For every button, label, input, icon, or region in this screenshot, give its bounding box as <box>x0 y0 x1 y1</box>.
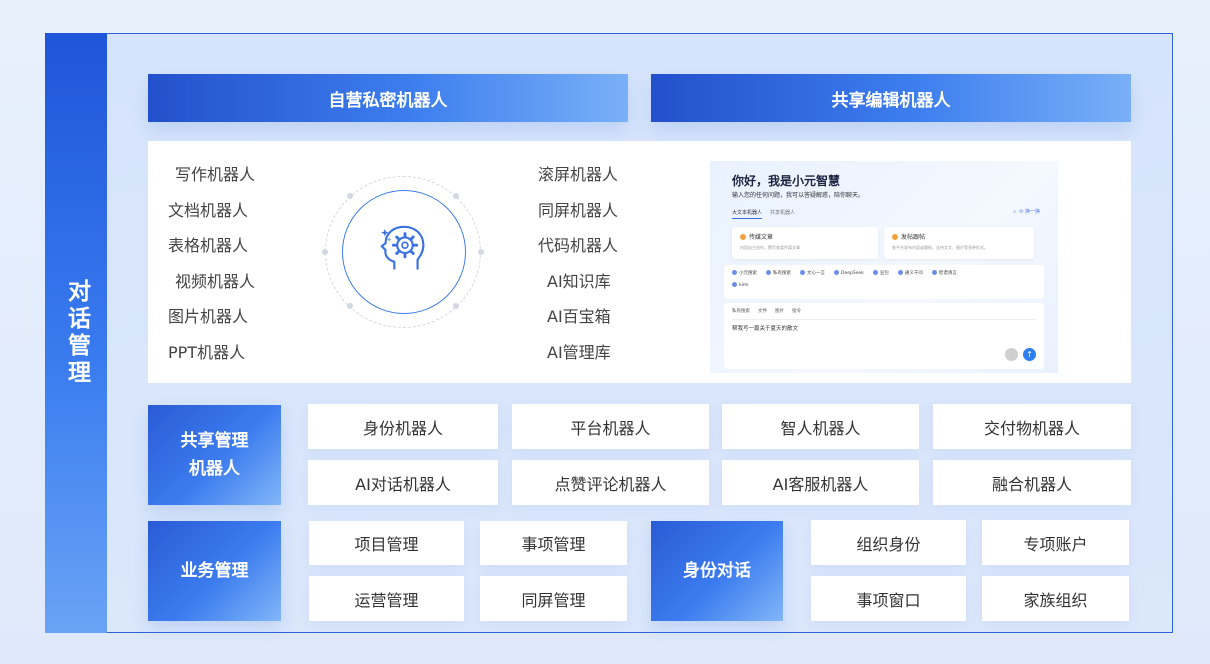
left-bot-list: 写作机器人 文档机器人 表格机器人 视频机器人 图片机器人 PPT机器人 <box>168 157 255 370</box>
business-item[interactable]: 运营管理 <box>309 576 464 621</box>
tab-text-bot[interactable]: 大文本机器人 <box>732 209 763 219</box>
suggest-card[interactable]: 发帖跟帖 各平台发布内容或跟帖，支持文字、图片等多种形式。 <box>884 227 1034 259</box>
shared-item[interactable]: 点赞评论机器人 <box>512 460 709 505</box>
shared-mgmt-label: 共享管理 机器人 <box>148 405 281 505</box>
bot-item[interactable]: PPT机器人 <box>168 335 255 371</box>
input-option[interactable]: 图片 <box>775 308 784 314</box>
model-option[interactable]: 小元搜索 <box>732 270 757 276</box>
ring-dot <box>453 303 459 309</box>
identity-item[interactable]: 事项窗口 <box>811 576 966 621</box>
header-shared-bots: 共享编辑机器人 <box>651 74 1131 122</box>
identity-item[interactable]: 组织身份 <box>811 520 966 565</box>
identity-item[interactable]: 专项账户 <box>982 520 1129 565</box>
chat-greeting: 你好，我是小元智慧 <box>732 174 841 188</box>
business-item[interactable]: 项目管理 <box>309 521 464 565</box>
bot-item[interactable]: 表格机器人 <box>168 228 255 264</box>
header-private-bots: 自营私密机器人 <box>148 74 628 122</box>
header-shared-label: 共享编辑机器人 <box>831 90 951 111</box>
model-option[interactable]: 文心一言 <box>800 270 825 276</box>
bot-item[interactable]: 写作机器人 <box>168 157 255 193</box>
bot-item[interactable]: AI知识库 <box>538 264 618 300</box>
ai-head-gear-icon <box>380 225 425 270</box>
chat-input-text[interactable]: 帮我写一篇关于夏天的散文 <box>732 324 1036 332</box>
bot-item[interactable]: 图片机器人 <box>168 299 255 335</box>
card-desc: 各平台发布内容或跟帖，支持文字、图片等多种形式。 <box>892 245 988 250</box>
ring-dot <box>347 193 353 199</box>
input-option[interactable]: 指令 <box>792 308 801 314</box>
model-selector: 小元搜索 私有搜索 文心一言 DeepSeek 豆包 通义千问 智谱清言 kim… <box>724 265 1044 299</box>
refresh-link[interactable]: ⌕ ⟳ 换一换 <box>1013 208 1040 215</box>
side-title: 对话管理 <box>63 279 90 387</box>
chat-tabs: 大文本机器人 共享机器人 <box>732 209 795 219</box>
shared-item[interactable]: 身份机器人 <box>308 404 498 449</box>
ring-dot <box>478 249 484 255</box>
ring-dot <box>347 303 353 309</box>
media-icon <box>740 233 746 240</box>
chat-mockup: 你好，我是小元智慧 输入您的任何问题，我可以答疑解惑，陪你聊天。 大文本机器人 … <box>710 161 1058 373</box>
ring-dot <box>453 193 459 199</box>
business-item[interactable]: 事项管理 <box>480 521 627 565</box>
shared-item[interactable]: 智人机器人 <box>722 404 919 449</box>
business-mgmt-label: 业务管理 <box>148 521 281 621</box>
ring-dot <box>322 249 328 255</box>
model-option[interactable]: kimi <box>732 282 749 288</box>
model-option[interactable]: 私有搜索 <box>766 270 791 276</box>
shared-item[interactable]: 平台机器人 <box>512 404 709 449</box>
side-title-bar: 对话管理 <box>45 33 107 633</box>
identity-dialog-label: 身份对话 <box>651 521 783 621</box>
suggest-card[interactable]: 传媒文章 内容自主创作，撰写各类传媒文章 <box>732 227 878 259</box>
bot-item[interactable]: 文档机器人 <box>168 193 255 229</box>
shared-item[interactable]: AI对话机器人 <box>308 460 498 505</box>
chat-input-box[interactable]: 私有搜索 文件 图片 指令 帮我写一篇关于夏天的散文 ↑ <box>724 303 1044 369</box>
business-item[interactable]: 同屏管理 <box>480 576 627 621</box>
bot-item[interactable]: 同屏机器人 <box>538 193 618 229</box>
model-option[interactable]: 通义千问 <box>898 270 923 276</box>
input-option[interactable]: 文件 <box>758 308 767 314</box>
right-bot-list: 滚屏机器人 同屏机器人 代码机器人 AI知识库 AI百宝箱 AI管理库 <box>538 157 618 370</box>
card-desc: 内容自主创作，撰写各类传媒文章 <box>740 245 800 250</box>
model-option[interactable]: DeepSeek <box>834 270 864 276</box>
bot-item[interactable]: AI百宝箱 <box>538 299 618 335</box>
tab-shared-bot[interactable]: 共享机器人 <box>770 209 795 219</box>
input-option[interactable]: 私有搜索 <box>732 308 750 314</box>
send-icon[interactable]: ↑ <box>1023 348 1036 361</box>
model-option[interactable]: 智谱清言 <box>932 270 957 276</box>
shared-item[interactable]: 融合机器人 <box>933 460 1131 505</box>
identity-item[interactable]: 家族组织 <box>982 576 1129 621</box>
chat-subtitle: 输入您的任何问题，我可以答疑解惑，陪你聊天。 <box>732 192 865 199</box>
shared-item[interactable]: AI客服机器人 <box>722 460 919 505</box>
mic-icon[interactable] <box>1005 348 1018 361</box>
shared-item[interactable]: 交付物机器人 <box>933 404 1131 449</box>
post-icon <box>892 233 898 240</box>
bot-item[interactable]: 代码机器人 <box>538 228 618 264</box>
center-emblem <box>322 176 484 328</box>
header-private-label: 自营私密机器人 <box>328 90 448 111</box>
model-option[interactable]: 豆包 <box>873 270 889 276</box>
bot-item[interactable]: 滚屏机器人 <box>538 157 618 193</box>
inner-circle <box>342 190 466 314</box>
bot-item[interactable]: AI管理库 <box>538 335 618 371</box>
bot-item[interactable]: 视频机器人 <box>168 264 255 300</box>
